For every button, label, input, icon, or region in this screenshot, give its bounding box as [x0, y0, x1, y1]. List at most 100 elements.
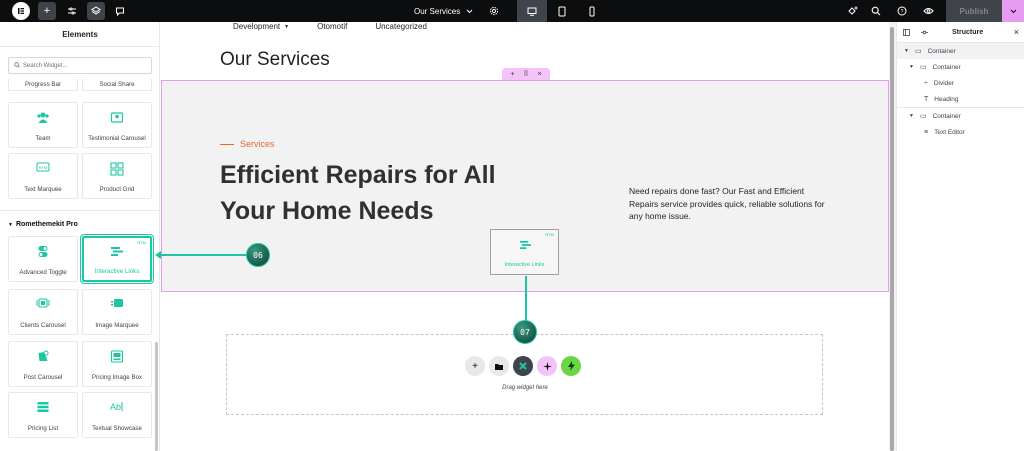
- tree-item-container[interactable]: ▼ ▭ Container: [897, 43, 1024, 59]
- hero-heading[interactable]: Efficient Repairs for All Your Home Need…: [220, 157, 530, 229]
- widget-post-carousel[interactable]: Post Carousel: [8, 341, 78, 387]
- structure-panel: Structure × ▼ ▭ Container ▼ ▭ Container …: [896, 22, 1024, 451]
- tree-label: Divider: [933, 79, 955, 87]
- tree-item-heading[interactable]: T Heading: [897, 91, 1024, 107]
- tree-label: Container: [927, 47, 956, 55]
- mobile-view-icon[interactable]: [577, 0, 607, 22]
- chevron-down-icon: ▼: [284, 24, 290, 30]
- container-icon: ▭: [919, 113, 927, 120]
- widget-progress-bar[interactable]: Progress Bar: [8, 79, 78, 91]
- close-icon[interactable]: ×: [537, 71, 541, 78]
- help-icon[interactable]: ?: [893, 2, 911, 20]
- structure-header: Structure ×: [897, 22, 1024, 43]
- step-marker-07: 07: [513, 320, 537, 344]
- site-settings-icon[interactable]: [63, 2, 81, 20]
- widget-label: Testimonial Carousel: [88, 135, 146, 142]
- add-icon[interactable]: +: [510, 71, 514, 78]
- widget-product-grid[interactable]: Product Grid: [82, 153, 152, 199]
- category-link[interactable]: Otomotif: [317, 22, 347, 31]
- tree-item-container[interactable]: ▼ ▭ Container: [897, 59, 1024, 75]
- widget-pricing-image-box[interactable]: Pricing Image Box: [82, 341, 152, 387]
- text-editor-icon: ≡: [924, 128, 929, 136]
- drop-zone-actions: +: [465, 356, 581, 376]
- close-icon[interactable]: ×: [1014, 27, 1019, 37]
- container-handle[interactable]: + ⠿ ×: [502, 68, 550, 80]
- publish-button[interactable]: Publish: [946, 0, 1002, 22]
- widget-social-share[interactable]: Social Share: [82, 79, 152, 91]
- container-icon: ▭: [919, 64, 927, 71]
- widget-label: Interactive Links: [504, 262, 545, 268]
- widget-label: Product Grid: [99, 186, 135, 193]
- elements-panel: Elements Search Widget... Progress Bar S…: [0, 22, 160, 451]
- add-section-icon[interactable]: +: [465, 356, 485, 376]
- hero-paragraph[interactable]: Need repairs done fast? Our Fast and Eff…: [629, 185, 835, 223]
- tablet-view-icon[interactable]: [547, 0, 577, 22]
- search-placeholder: Search Widget...: [23, 62, 68, 69]
- tree-item-divider[interactable]: ÷ Divider: [897, 75, 1024, 91]
- post-carousel-icon: [38, 350, 49, 361]
- category-label: Romethemekit Pro: [15, 221, 78, 228]
- tree-item-container[interactable]: ▼ ▭ Container: [897, 108, 1024, 124]
- widget-text-marquee[interactable]: RTM Text Marquee: [8, 153, 78, 199]
- step-marker-06: 06: [246, 243, 270, 267]
- page-settings-icon[interactable]: [485, 2, 503, 20]
- preview-eye-icon[interactable]: [919, 2, 937, 20]
- widget-team[interactable]: Team: [8, 102, 78, 148]
- drag-grid-icon[interactable]: ⠿: [523, 70, 528, 78]
- publish-options-chevron-icon[interactable]: [1002, 0, 1024, 22]
- widget-label: Pricing Image Box: [91, 374, 143, 381]
- widget-image-marquee[interactable]: Image Marquee: [82, 289, 152, 335]
- addon-lightning-icon[interactable]: [561, 356, 581, 376]
- tree-item-text-editor[interactable]: ≡ Text Editor: [897, 124, 1024, 140]
- comments-icon[interactable]: [111, 2, 129, 20]
- widget-label: Textual Showcase: [92, 425, 142, 432]
- top-bar: + Our Services ? Publish: [0, 0, 1024, 22]
- widget-interactive-links[interactable]: RTM Interactive Links: [80, 234, 154, 284]
- caret-down-icon: ▼: [909, 113, 914, 119]
- romethemekit-icon[interactable]: [513, 356, 533, 376]
- widget-label: Progress Bar: [24, 81, 62, 88]
- desktop-view-icon[interactable]: [517, 0, 547, 22]
- add-element-icon[interactable]: +: [38, 2, 56, 20]
- widget-label: Post Carousel: [23, 374, 63, 381]
- caret-down-icon: ▼: [904, 48, 909, 54]
- widget-label: Interactive Links: [94, 268, 140, 275]
- template-folder-icon[interactable]: [489, 356, 509, 376]
- widget-label: Text Marquee: [24, 186, 62, 193]
- clients-carousel-icon: [36, 298, 50, 308]
- search-icon[interactable]: [867, 2, 885, 20]
- elementor-logo[interactable]: [12, 2, 30, 20]
- scrollbar-thumb[interactable]: [890, 27, 894, 451]
- pricing-image-box-icon: [110, 350, 124, 363]
- interactive-links-icon: [520, 240, 531, 250]
- search-input[interactable]: Search Widget...: [8, 57, 152, 74]
- marker-06-connector: [158, 254, 248, 256]
- tree-label: Container: [932, 112, 961, 120]
- section-divider: [0, 210, 159, 211]
- widget-advanced-toggle[interactable]: Advanced Toggle: [8, 236, 78, 282]
- interactive-links-icon: [111, 247, 123, 256]
- panel-scrollbar[interactable]: [155, 342, 158, 451]
- ai-sparkle-icon[interactable]: [537, 356, 557, 376]
- widget-clients-carousel[interactable]: Clients Carousel: [8, 289, 78, 335]
- page-selector[interactable]: Our Services: [414, 0, 473, 22]
- advanced-toggle-icon: [38, 246, 48, 257]
- notes-icon[interactable]: [843, 2, 861, 20]
- canvas-scrollbar[interactable]: [889, 22, 896, 451]
- structure-layers-icon[interactable]: [87, 2, 105, 20]
- widget-pricing-list[interactable]: Pricing List: [8, 392, 78, 438]
- image-marquee-icon: [111, 299, 123, 307]
- widget-label: Clients Carousel: [20, 322, 66, 329]
- navigator-icon[interactable]: [921, 29, 928, 36]
- tree-label: Container: [932, 63, 961, 71]
- panel-toggle-icon[interactable]: [903, 29, 910, 36]
- category-link[interactable]: Uncategorized: [375, 22, 427, 31]
- widget-testimonial-carousel[interactable]: Testimonial Carousel: [82, 102, 152, 148]
- dragging-widget-preview[interactable]: RTM Interactive Links: [490, 229, 559, 275]
- category-header[interactable]: ▼ Romethemekit Pro: [8, 221, 78, 228]
- drag-hint: Drag widget here: [502, 385, 548, 391]
- panel-title: Elements: [0, 22, 159, 47]
- category-link[interactable]: Development: [233, 22, 280, 31]
- svg-text:?: ?: [901, 9, 904, 15]
- widget-textual-showcase[interactable]: Ab Textual Showcase: [82, 392, 152, 438]
